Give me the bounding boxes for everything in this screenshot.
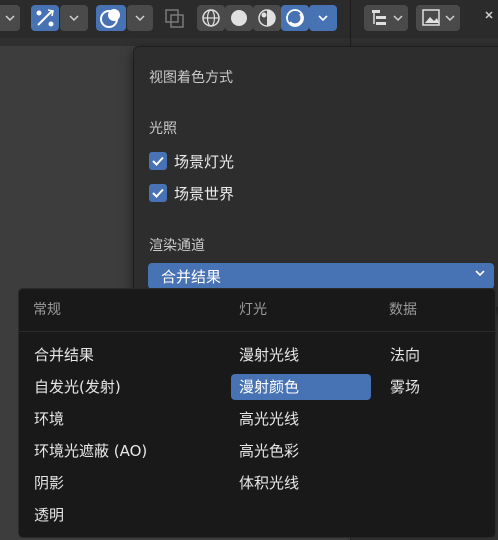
menu-item-transparent[interactable]: 透明: [26, 502, 216, 528]
render-pass-dropdown[interactable]: 合并结果: [148, 263, 494, 289]
image-icon: [422, 9, 455, 26]
header-separator: [350, 0, 351, 38]
xray-icon: [165, 9, 184, 28]
column-header-light: 灯光: [239, 302, 267, 318]
popover-title: 视图着色方式: [149, 70, 233, 86]
checkmark-icon: [152, 156, 164, 166]
chevron-down-icon: [318, 15, 328, 22]
lighting-section-label: 光照: [149, 121, 177, 137]
material-preview-icon: [258, 9, 276, 27]
menu-item-diffuse-light[interactable]: 漫射光线: [231, 342, 371, 368]
outliner-filter-button[interactable]: [364, 5, 408, 31]
image-display-button[interactable]: [416, 5, 460, 31]
chevron-down-icon: [475, 270, 485, 277]
scene-world-checkbox[interactable]: [149, 184, 167, 202]
scene-lights-checkbox-row[interactable]: 场景灯光: [149, 150, 234, 172]
render-pass-section-label: 渲染通道: [149, 238, 205, 254]
scene-world-label: 场景世界: [174, 184, 235, 203]
viewport-shading-popover: 视图着色方式 光照 场景灯光 场景世界 渲染通道 合并结果: [133, 46, 498, 308]
overlay-icon: [100, 9, 120, 28]
rendered-shading-button[interactable]: [281, 5, 309, 31]
rendered-icon: [286, 9, 304, 27]
wireframe-shading-button[interactable]: [197, 5, 225, 31]
viewport-header-toolbar: [0, 0, 498, 38]
solid-icon: [231, 10, 247, 26]
menu-divider: [19, 331, 495, 332]
gizmo-icon: [36, 9, 54, 27]
overlay-dropdown[interactable]: [127, 5, 153, 31]
checkmark-icon: [152, 188, 164, 198]
dropdown-button[interactable]: [0, 5, 20, 31]
scene-lights-label: 场景灯光: [174, 152, 235, 171]
wireframe-icon: [202, 9, 220, 27]
menu-item-emission[interactable]: 自发光(发射): [26, 374, 216, 400]
overlay-toggle[interactable]: [96, 5, 126, 31]
menu-item-specular-color[interactable]: 高光色彩: [231, 438, 371, 464]
scene-world-checkbox-row[interactable]: 场景世界: [149, 182, 234, 204]
solid-shading-button[interactable]: [225, 5, 253, 31]
menu-item-combined[interactable]: 合并结果: [26, 342, 216, 368]
render-pass-menu: 常规 灯光 数据 合并结果 自发光(发射) 环境 环境光遮蔽 (AO) 阴影 透…: [18, 288, 496, 538]
menu-item-ambient-occlusion[interactable]: 环境光遮蔽 (AO): [26, 438, 216, 464]
menu-item-environment[interactable]: 环境: [26, 406, 216, 432]
xray-toggle[interactable]: [160, 5, 188, 31]
menu-item-diffuse-color[interactable]: 漫射颜色: [231, 374, 371, 400]
menu-item-specular-light[interactable]: 高光光线: [231, 406, 371, 432]
material-preview-button[interactable]: [253, 5, 281, 31]
scene-lights-checkbox[interactable]: [149, 152, 167, 170]
menu-item-mist[interactable]: 雾场: [382, 374, 482, 400]
gizmo-toggle[interactable]: [31, 5, 59, 31]
column-header-general: 常规: [33, 302, 61, 318]
menu-item-normal[interactable]: 法向: [382, 342, 482, 368]
extra-button[interactable]: [478, 5, 498, 31]
gizmo-dropdown[interactable]: [60, 5, 88, 31]
menu-item-volume-light[interactable]: 体积光线: [231, 470, 371, 496]
render-pass-value: 合并结果: [161, 268, 222, 286]
outliner-filter-icon: [372, 10, 403, 25]
menu-item-shadow[interactable]: 阴影: [26, 470, 216, 496]
column-header-data: 数据: [389, 302, 417, 318]
shading-dropdown-button[interactable]: [309, 5, 337, 31]
